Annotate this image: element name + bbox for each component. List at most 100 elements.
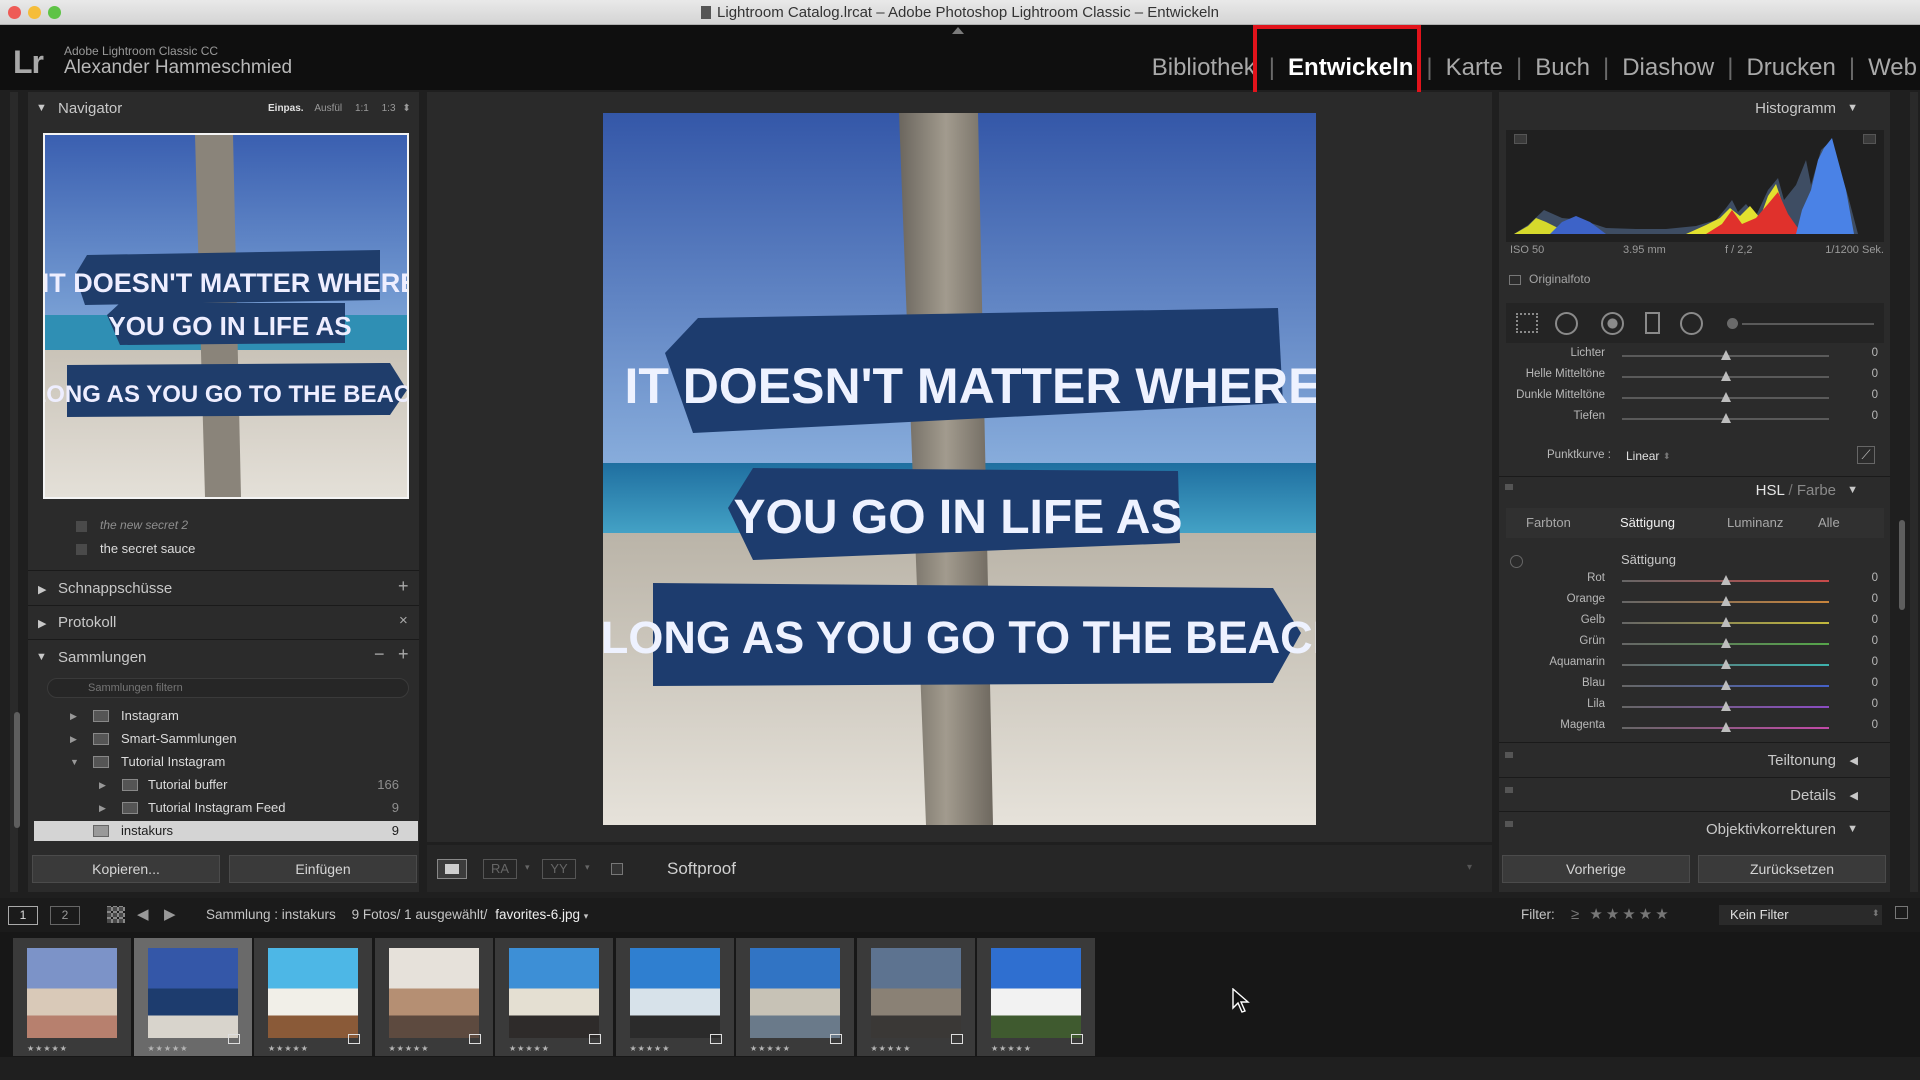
- dropdown-icon[interactable]: ▾: [525, 862, 530, 873]
- filmstrip-thumbnail[interactable]: ★★★★★: [495, 938, 613, 1056]
- module-bibliothek[interactable]: Bibliothek: [1152, 54, 1256, 82]
- filmstrip-thumbnail[interactable]: ★★★★★: [977, 938, 1095, 1056]
- expand-icon[interactable]: ▶: [99, 803, 106, 814]
- slider-handle[interactable]: [1720, 575, 1731, 585]
- slider-track[interactable]: [1622, 350, 1829, 360]
- collections-collapse-icon[interactable]: ▼: [36, 651, 47, 663]
- hsl-slider-row[interactable]: Aquamarin 0: [1499, 656, 1890, 676]
- filmstrip-thumbnail[interactable]: ★★★★★: [736, 938, 854, 1056]
- collection-item[interactable]: Tutorial buffer: [148, 777, 228, 792]
- hsl-title[interactable]: HSL / Farbe: [1756, 482, 1836, 499]
- slider-value[interactable]: 0: [1872, 677, 1878, 689]
- details-switch-icon[interactable]: [1505, 787, 1513, 793]
- module-drucken[interactable]: Drucken: [1746, 54, 1835, 82]
- softproof-checkbox[interactable]: [611, 863, 623, 875]
- tab-saturation[interactable]: Sättigung: [1620, 515, 1675, 530]
- slider-handle[interactable]: [1720, 392, 1731, 402]
- slider-value[interactable]: 0: [1872, 698, 1878, 710]
- radial-filter-icon[interactable]: [1680, 312, 1703, 335]
- slider-handle[interactable]: [1720, 413, 1731, 423]
- slider-value[interactable]: 0: [1872, 368, 1878, 380]
- tab-all[interactable]: Alle: [1818, 515, 1840, 530]
- slider-value[interactable]: 0: [1872, 389, 1878, 401]
- filmstrip-thumbnail[interactable]: ★★★★★: [615, 938, 734, 1056]
- point-curve-select[interactable]: Linear: [1626, 449, 1659, 463]
- remove-collection-icon[interactable]: −: [374, 644, 385, 665]
- chevron-down-icon[interactable]: ⬍: [1872, 908, 1880, 919]
- split-toning-switch-icon[interactable]: [1505, 752, 1513, 758]
- back-arrow-icon[interactable]: ◀: [137, 905, 149, 923]
- filmstrip-thumbnail[interactable]: ★★★★★: [374, 938, 493, 1056]
- slider-value[interactable]: 0: [1872, 347, 1878, 359]
- hsl-collapse-icon[interactable]: ▼: [1847, 484, 1858, 496]
- zoom-fit[interactable]: Einpas.: [268, 103, 304, 114]
- collections-filter-input[interactable]: [47, 678, 409, 698]
- slider-handle[interactable]: [1720, 596, 1731, 606]
- chevron-down-icon[interactable]: ▾: [584, 911, 589, 921]
- collapse-icon[interactable]: ▼: [1847, 823, 1858, 835]
- filmstrip-thumbnail[interactable]: ★★★★★: [856, 938, 975, 1056]
- lens-switch-icon[interactable]: [1505, 821, 1513, 827]
- filter-preset-select[interactable]: Kein Filter: [1719, 905, 1882, 925]
- navigator-collapse-icon[interactable]: ▼: [36, 102, 47, 114]
- selected-collection-row[interactable]: [34, 821, 418, 841]
- clear-history-icon[interactable]: ×: [399, 612, 408, 629]
- module-karte[interactable]: Karte: [1446, 54, 1503, 82]
- collection-item[interactable]: Tutorial Instagram Feed: [148, 800, 286, 815]
- navigator-preview[interactable]: IT DOESN'T MATTER WHERE YOU GO IN LIFE A…: [32, 133, 428, 499]
- collection-item[interactable]: Tutorial Instagram: [121, 754, 225, 769]
- tab-hue[interactable]: Farbton: [1526, 515, 1571, 530]
- module-diashow[interactable]: Diashow: [1622, 54, 1714, 82]
- collection-item[interactable]: Smart-Sammlungen: [121, 731, 237, 746]
- slider-track[interactable]: [1622, 617, 1829, 627]
- spot-removal-icon[interactable]: [1555, 312, 1578, 335]
- hsl-slider-row[interactable]: Grün 0: [1499, 635, 1890, 655]
- collapse-icon[interactable]: ▼: [70, 757, 79, 767]
- details-title[interactable]: Details: [1790, 787, 1836, 804]
- hsl-slider-row[interactable]: Rot 0: [1499, 572, 1890, 592]
- tone-slider-row[interactable]: Dunkle Mitteltöne 0: [1499, 389, 1890, 409]
- slider-track[interactable]: [1622, 701, 1829, 711]
- tone-slider-row[interactable]: Helle Mitteltöne 0: [1499, 368, 1890, 388]
- histogram-title[interactable]: Histogramm: [1755, 100, 1836, 117]
- zoom-menu-icon[interactable]: ⬍: [402, 103, 410, 114]
- preset-item[interactable]: the secret sauce: [100, 541, 195, 556]
- slider-value[interactable]: 0: [1872, 572, 1878, 584]
- previous-button[interactable]: Vorherige: [1502, 855, 1690, 883]
- history-title[interactable]: Protokoll: [58, 614, 116, 631]
- tone-slider-row[interactable]: Lichter 0: [1499, 347, 1890, 367]
- hsl-slider-row[interactable]: Blau 0: [1499, 677, 1890, 697]
- hsl-slider-row[interactable]: Orange 0: [1499, 593, 1890, 613]
- selected-filename[interactable]: favorites-6.jpg: [495, 907, 580, 922]
- zoom-1-1[interactable]: 1:1: [355, 103, 369, 114]
- collection-item[interactable]: Instagram: [121, 708, 179, 723]
- red-eye-icon[interactable]: [1601, 312, 1624, 335]
- secondary-window-button[interactable]: 2: [50, 906, 80, 925]
- right-panel-scrollbar[interactable]: [1899, 520, 1905, 610]
- slider-track[interactable]: [1622, 680, 1829, 690]
- filmstrip-thumbnail[interactable]: ★★★★★: [133, 938, 252, 1056]
- highlight-clipping-icon[interactable]: [1863, 134, 1876, 144]
- slider-track[interactable]: [1622, 413, 1829, 423]
- graduated-filter-icon[interactable]: [1645, 312, 1660, 334]
- slider-track[interactable]: [1622, 638, 1829, 648]
- hsl-switch-icon[interactable]: [1505, 484, 1513, 490]
- targeted-adjustment-icon[interactable]: [1510, 555, 1523, 568]
- slider-track[interactable]: [1622, 371, 1829, 381]
- collections-title[interactable]: Sammlungen: [58, 649, 146, 666]
- preset-item[interactable]: the new secret 2: [100, 518, 188, 532]
- paste-settings-button[interactable]: Einfügen: [229, 855, 417, 883]
- forward-arrow-icon[interactable]: ▶: [164, 905, 176, 923]
- before-after-swap-button[interactable]: YY: [542, 859, 576, 879]
- slider-value[interactable]: 0: [1872, 410, 1878, 422]
- slider-value[interactable]: 0: [1872, 719, 1878, 731]
- filmstrip-thumbnail[interactable]: ★★★★★: [13, 938, 131, 1056]
- hsl-slider-row[interactable]: Magenta 0: [1499, 719, 1890, 739]
- close-window-button[interactable]: [8, 6, 21, 19]
- copy-settings-button[interactable]: Kopieren...: [32, 855, 220, 883]
- slider-handle[interactable]: [1720, 617, 1731, 627]
- slider-handle[interactable]: [1720, 371, 1731, 381]
- snapshots-expand-icon[interactable]: ▶: [38, 583, 46, 596]
- collection-item-selected[interactable]: instakurs: [121, 823, 173, 838]
- history-expand-icon[interactable]: ▶: [38, 617, 46, 630]
